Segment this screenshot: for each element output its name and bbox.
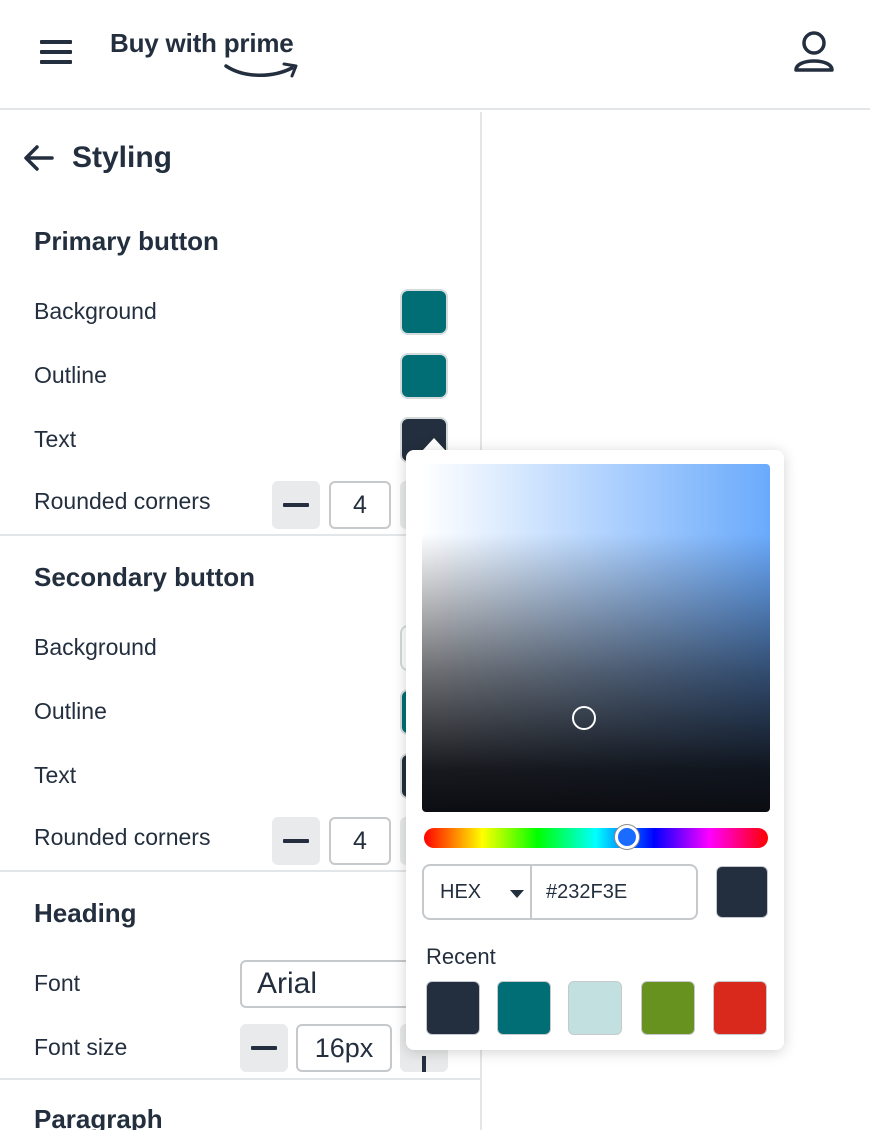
secondary-corners-decrement-button[interactable] [272, 817, 320, 865]
secondary-outline-label: Outline [34, 698, 107, 724]
recent-color-swatch[interactable] [713, 981, 767, 1035]
caret-down-icon [510, 890, 524, 898]
secondary-button-heading: Secondary button [34, 562, 256, 592]
saturation-value-handle[interactable] [572, 706, 596, 730]
secondary-corners-input[interactable]: 4 [329, 817, 391, 865]
recent-color-swatch[interactable] [426, 981, 480, 1035]
recent-color-swatch[interactable] [497, 981, 551, 1035]
heading-font-label: Font [34, 970, 81, 996]
recent-color-swatch[interactable] [568, 981, 622, 1035]
hue-slider-handle[interactable] [615, 825, 639, 849]
primary-outline-label: Outline [34, 362, 107, 388]
minus-icon [283, 503, 309, 507]
smile-arrow-icon [224, 62, 298, 78]
buy-with-prime-logo: Buy with prime [110, 28, 310, 84]
page-header: Styling [22, 138, 172, 178]
primary-background-label: Background [34, 298, 157, 324]
primary-corners-label: Rounded corners [34, 488, 211, 514]
logo-text: Buy with prime [110, 28, 294, 58]
color-format-value: HEX [440, 880, 482, 903]
color-preview-swatch [716, 866, 768, 918]
color-picker-popover: HEX #232F3E Recent [406, 450, 784, 1050]
primary-background-swatch[interactable] [400, 289, 448, 335]
paragraph-section-heading: Paragraph [34, 1104, 163, 1130]
secondary-text-label: Text [34, 762, 77, 788]
hamburger-menu-icon[interactable] [38, 36, 74, 68]
color-format-select[interactable]: HEX [422, 864, 532, 920]
hex-value-input[interactable]: #232F3E [530, 864, 698, 920]
heading-font-size-label: Font size [34, 1034, 128, 1060]
heading-section-heading: Heading [34, 898, 137, 928]
plus-icon [422, 1056, 426, 1072]
heading-font-size-decrement-button[interactable] [240, 1024, 288, 1072]
arrow-left-icon[interactable] [22, 143, 56, 173]
primary-corners-decrement-button[interactable] [272, 481, 320, 529]
section-divider [0, 1078, 480, 1080]
primary-button-heading: Primary button [34, 226, 219, 256]
heading-font-size-input[interactable]: 16px [296, 1024, 392, 1072]
top-header: Buy with prime [0, 0, 870, 110]
minus-icon [251, 1046, 277, 1050]
primary-corners-input[interactable]: 4 [329, 481, 391, 529]
hue-slider[interactable] [424, 828, 768, 848]
user-account-icon[interactable] [790, 28, 838, 76]
recent-colors-label: Recent [426, 944, 496, 969]
secondary-background-label: Background [34, 634, 157, 660]
primary-outline-swatch[interactable] [400, 353, 448, 399]
minus-icon [283, 839, 309, 843]
page-title: Styling [72, 141, 173, 174]
saturation-value-area[interactable] [422, 464, 770, 812]
primary-text-label: Text [34, 426, 77, 452]
recent-color-swatch[interactable] [641, 981, 695, 1035]
secondary-corners-label: Rounded corners [34, 824, 211, 850]
